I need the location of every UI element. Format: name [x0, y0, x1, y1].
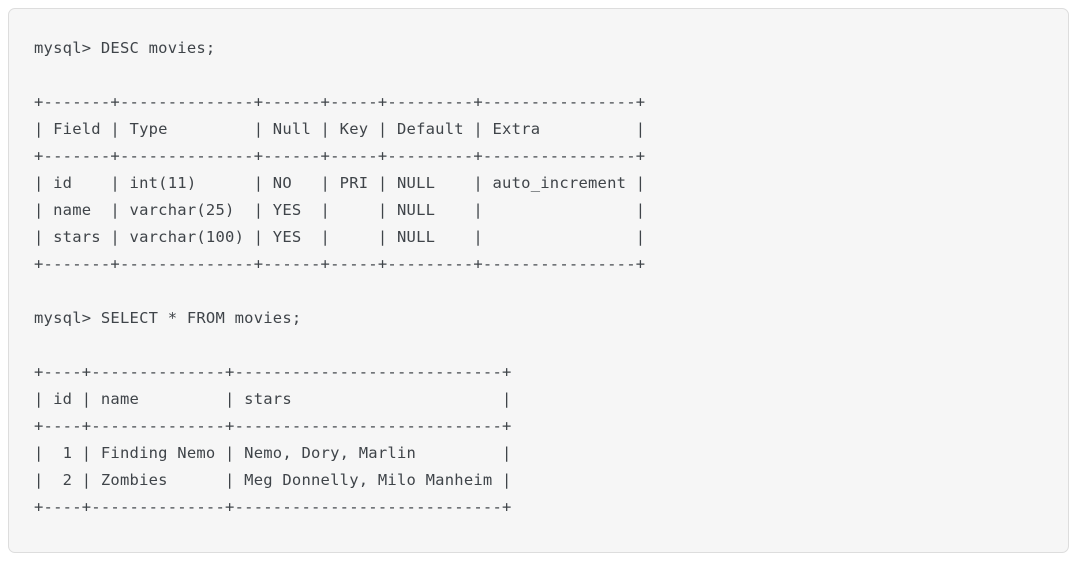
desc-table-header-separator: +-------+--------------+------+-----+---… — [34, 147, 646, 165]
select-table-row-2: | 2 | Zombies | Meg Donnelly, Milo Manhe… — [34, 471, 512, 489]
select-table-row-1: | 1 | Finding Nemo | Nemo, Dory, Marlin … — [34, 444, 512, 462]
desc-table-bottom-border: +-------+--------------+------+-----+---… — [34, 255, 646, 273]
select-table-bottom-border: +----+--------------+-------------------… — [34, 498, 512, 516]
console-output[interactable]: mysql> DESC movies; +-------+------------… — [9, 9, 1068, 521]
desc-table-header-row: | Field | Type | Null | Key | Default | … — [34, 120, 646, 138]
select-table-top-border: +----+--------------+-------------------… — [34, 363, 512, 381]
terminal-output-card: mysql> DESC movies; +-------+------------… — [8, 8, 1069, 553]
console-line-blank — [34, 278, 1068, 305]
select-table-header-separator: +----+--------------+-------------------… — [34, 417, 512, 435]
console-line-blank — [34, 332, 1068, 359]
desc-table-row-id: | id | int(11) | NO | PRI | NULL | auto_… — [34, 174, 646, 192]
desc-table-row-name: | name | varchar(25) | YES | | NULL | | — [34, 201, 646, 219]
console-line-blank — [34, 62, 1068, 89]
desc-table-row-stars: | stars | varchar(100) | YES | | NULL | … — [34, 228, 646, 246]
console-line-command-desc: mysql> DESC movies; — [34, 39, 216, 57]
select-table-header-row: | id | name | stars | — [34, 390, 512, 408]
desc-table-top-border: +-------+--------------+------+-----+---… — [34, 93, 646, 111]
console-line-command-select: mysql> SELECT * FROM movies; — [34, 309, 302, 327]
